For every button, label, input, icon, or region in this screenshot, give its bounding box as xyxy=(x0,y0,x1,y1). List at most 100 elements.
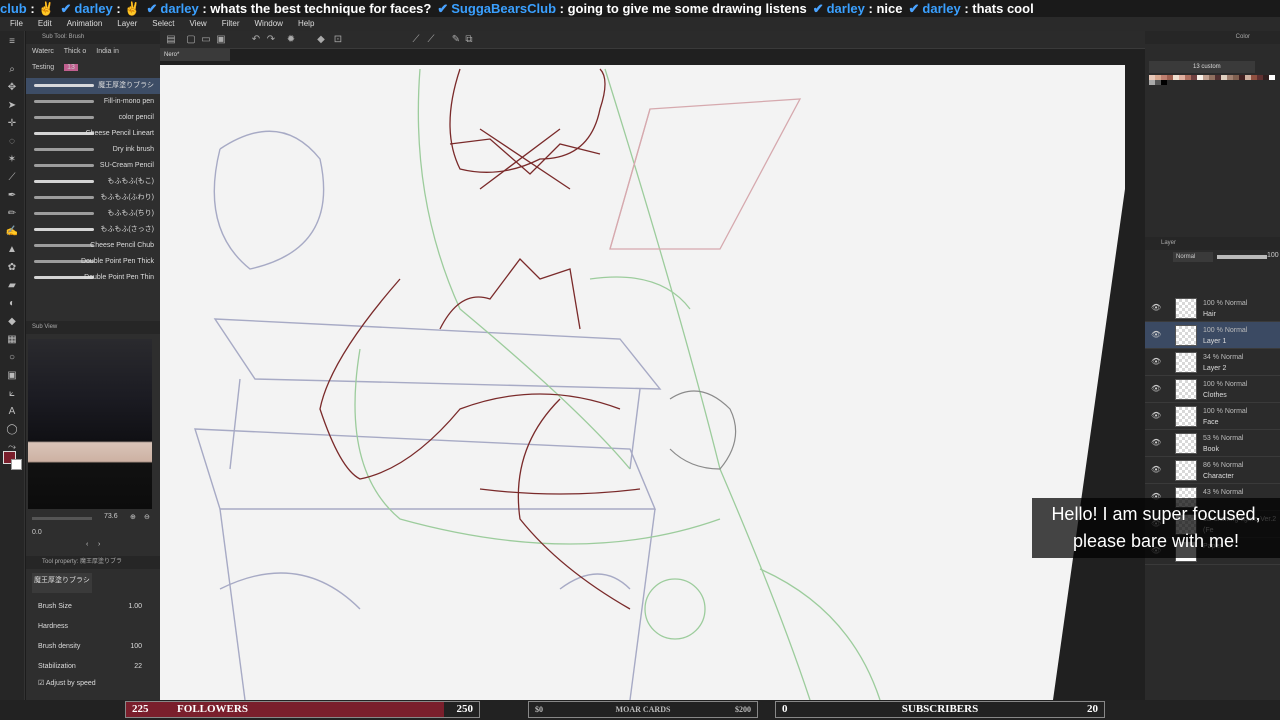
zoom-out-icon[interactable]: ⊖ xyxy=(144,513,150,521)
lasso-icon[interactable]: ◌ xyxy=(5,135,19,149)
open-folder-icon[interactable]: ▭ xyxy=(200,34,212,46)
visibility-eye-icon[interactable]: 👁 xyxy=(1151,304,1161,312)
blend-icon[interactable]: ◐ xyxy=(5,297,19,311)
layer-row[interactable]: 👁 100 % Normal Layer 1 xyxy=(1145,322,1280,349)
drawing-canvas[interactable] xyxy=(160,49,1145,700)
brush-item[interactable]: Dry ink brush xyxy=(26,142,160,158)
snap-special-icon[interactable]: ⟋ xyxy=(425,34,437,46)
menu-item-help[interactable]: Help xyxy=(298,19,314,28)
layer-row[interactable]: 👁 86 % Normal Character xyxy=(1145,457,1280,484)
menu-item-edit[interactable]: Edit xyxy=(38,19,52,28)
visibility-eye-icon[interactable]: 👁 xyxy=(1151,358,1161,366)
subtool-tab[interactable]: India in xyxy=(96,48,119,55)
color-set-select[interactable]: 13 custom xyxy=(1149,61,1255,73)
brush-item[interactable]: Double Point Pen Thick xyxy=(26,254,160,270)
fill-icon[interactable]: ◆ xyxy=(315,34,327,46)
menu-item-select[interactable]: Select xyxy=(152,19,174,28)
brush-icon[interactable]: ✍ xyxy=(5,225,19,239)
blend-mode-select[interactable]: Normal xyxy=(1173,252,1213,262)
rotate-left-icon[interactable]: ‹ xyxy=(86,541,88,548)
menu-item-file[interactable]: File xyxy=(10,19,23,28)
menu-item-animation[interactable]: Animation xyxy=(67,19,103,28)
eyedropper-icon[interactable]: ⟋ xyxy=(5,171,19,185)
brush-item[interactable]: Double Point Pen Thin xyxy=(26,270,160,286)
eraser-icon[interactable]: ▰ xyxy=(5,279,19,293)
save-icon[interactable]: ▣ xyxy=(215,34,227,46)
gradient-icon[interactable]: ▦ xyxy=(5,333,19,347)
zoom-icon[interactable]: ⌕ xyxy=(5,63,19,77)
menu-item-layer[interactable]: Layer xyxy=(117,19,137,28)
transform-icon[interactable]: ⊡ xyxy=(332,34,344,46)
sub-color-swatch[interactable] xyxy=(11,459,22,470)
canvas-tab[interactable]: Nero* xyxy=(160,49,230,61)
pen-icon[interactable]: ✒ xyxy=(5,189,19,203)
menu-toggle-icon[interactable]: ≡ xyxy=(5,35,19,49)
layer-thumbnail xyxy=(1175,325,1197,346)
snap-ruler-icon[interactable]: ⟋ xyxy=(410,34,422,46)
goal-end: 20 xyxy=(1087,703,1098,715)
figure-icon[interactable]: ○ xyxy=(5,351,19,365)
brush-item[interactable]: もふもふ(ふわり) xyxy=(26,190,160,206)
pencil-icon[interactable]: ✏ xyxy=(5,207,19,221)
edit-icon[interactable]: ✎ xyxy=(450,34,462,46)
zoom-in-icon[interactable]: ⊕ xyxy=(130,513,136,521)
rotate-right-icon[interactable]: › xyxy=(98,541,100,548)
redo-icon[interactable]: ↷ xyxy=(265,34,277,46)
stream-caption: Hello! I am super focused, please bare w… xyxy=(1032,498,1280,558)
export-icon[interactable]: ⧉ xyxy=(463,34,475,46)
subview-tab[interactable]: Sub View xyxy=(32,324,57,330)
balloon-icon[interactable]: ◯ xyxy=(5,423,19,437)
visibility-eye-icon[interactable]: 👁 xyxy=(1151,331,1161,339)
move-layer-icon[interactable]: ✛ xyxy=(5,117,19,131)
decoration-icon[interactable]: ✿ xyxy=(5,261,19,275)
adjust-by-speed[interactable]: ☑ Adjust by speed xyxy=(26,679,160,687)
brush-item[interactable]: Cheese Pencil Chub xyxy=(26,238,160,254)
brush-item[interactable]: SU-Cream Pencil xyxy=(26,158,160,174)
subtool-tab[interactable]: Thick o xyxy=(64,48,87,55)
color-swatch[interactable] xyxy=(1269,75,1275,80)
undo-icon[interactable]: ↶ xyxy=(250,34,262,46)
ruler-icon[interactable]: ⟀ xyxy=(5,387,19,401)
zoom-slider[interactable] xyxy=(32,517,92,520)
brush-item[interactable]: Cheese Pencil Lineart xyxy=(26,126,160,142)
tool-property-row[interactable]: Brush density 100 xyxy=(26,637,160,657)
layer-row[interactable]: 👁 100 % Normal Hair xyxy=(1145,295,1280,322)
hand-icon[interactable]: ✥ xyxy=(5,81,19,95)
color-swatches[interactable] xyxy=(1149,75,1275,85)
brush-item[interactable]: もふもふ(さっさ) xyxy=(26,222,160,238)
operation-icon[interactable]: ➤ xyxy=(5,99,19,113)
tool-property-row[interactable]: Stabilization 22 xyxy=(26,657,160,677)
brush-item[interactable]: Fill-in-mono pen xyxy=(26,94,160,110)
airbrush-icon[interactable]: ▲ xyxy=(5,243,19,257)
visibility-eye-icon[interactable]: 👁 xyxy=(1151,439,1161,447)
text-icon[interactable]: A xyxy=(5,405,19,419)
subtool-tab[interactable]: Waterc xyxy=(32,48,54,55)
brush-item[interactable]: color pencil xyxy=(26,110,160,126)
color-swatch[interactable] xyxy=(1161,80,1167,85)
tool-property-row[interactable]: Brush Size 1.00 xyxy=(26,597,160,617)
opacity-slider[interactable] xyxy=(1217,255,1267,259)
menu-item-view[interactable]: View xyxy=(190,19,207,28)
layer-row[interactable]: 👁 34 % Normal Layer 2 xyxy=(1145,349,1280,376)
visibility-eye-icon[interactable]: 👁 xyxy=(1151,385,1161,393)
menu-item-window[interactable]: Window xyxy=(255,19,283,28)
layer-row[interactable]: 👁 100 % Normal Face xyxy=(1145,403,1280,430)
visibility-eye-icon[interactable]: 👁 xyxy=(1151,466,1161,474)
layer-row[interactable]: 👁 100 % Normal Clothes xyxy=(1145,376,1280,403)
subtool-group[interactable]: Testing 13 xyxy=(26,60,160,76)
fill-bucket-icon[interactable]: ◆ xyxy=(5,315,19,329)
canvas-area[interactable]: Nero* xyxy=(160,49,1145,700)
menu-item-filter[interactable]: Filter xyxy=(222,19,240,28)
brush-item[interactable]: 魔王厚塗りブラシ xyxy=(26,78,160,94)
tool-property-row[interactable]: Hardness xyxy=(26,617,160,637)
new-file-icon[interactable]: ▢ xyxy=(185,34,197,46)
brush-item[interactable]: もふもふ(もこ) xyxy=(26,174,160,190)
visibility-eye-icon[interactable]: 👁 xyxy=(1151,412,1161,420)
subtool-panel: Sub Tool: Brush Waterc Thick o India in … xyxy=(26,31,160,700)
frame-icon[interactable]: ▣ xyxy=(5,369,19,383)
menu-icon[interactable]: ▤ xyxy=(165,34,177,46)
layer-row[interactable]: 👁 53 % Normal Book xyxy=(1145,430,1280,457)
auto-select-icon[interactable]: ✶ xyxy=(5,153,19,167)
clear-icon[interactable]: ✹ xyxy=(285,34,297,46)
brush-item[interactable]: もふもふ(ちり) xyxy=(26,206,160,222)
